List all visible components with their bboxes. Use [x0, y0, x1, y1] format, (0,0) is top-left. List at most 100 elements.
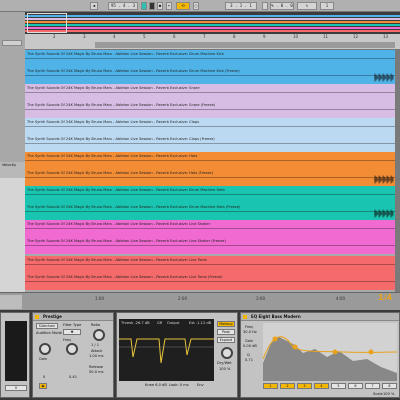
freq-knob[interactable] [66, 343, 78, 355]
track-divider [25, 245, 400, 246]
draw-mode-button[interactable]: ✎ [297, 2, 317, 10]
device-power-icon[interactable] [35, 315, 39, 319]
ruler-tick: 9 [263, 34, 266, 39]
freq-label: Freq [63, 338, 71, 342]
zoom-area[interactable] [0, 295, 22, 309]
track-clip-label: The Synth Sounds Of 24K Magic By Bruno M… [27, 86, 200, 90]
arrangement-overview[interactable] [25, 12, 400, 34]
track-lane[interactable]: The Synth Sounds Of 24K Magic By Bruno M… [25, 256, 400, 273]
key-map-button[interactable]: 1 [320, 2, 334, 10]
thresh-readout: Thresh -26.7 dB [121, 321, 150, 325]
track-lane[interactable]: The Synth Sounds Of 24K Magic By Bruno M… [25, 220, 400, 237]
overdub-button[interactable]: + [166, 2, 172, 10]
track-lane[interactable]: The Synth Sounds Of 24K Magic By Bruno M… [25, 152, 400, 169]
ruler-tick: 12 [353, 34, 359, 39]
velocity-editor-lane[interactable] [0, 178, 25, 298]
track-lane[interactable]: The Synth Sounds Of 24K Magic By Bruno M… [25, 203, 400, 220]
overview-view-box[interactable] [27, 13, 67, 33]
track-lane[interactable]: The Synth Sounds Of 24K Magic By Bruno M… [25, 67, 400, 84]
gr-readout: GR [157, 321, 163, 325]
follow-toggle[interactable]: ◀ [90, 2, 98, 10]
track-lane[interactable]: The Synth Sounds Of 24K Magic By Bruno M… [25, 186, 400, 203]
eq-scale-value: 100 % [383, 392, 395, 396]
clip-waveform [374, 175, 394, 184]
volume-meter[interactable] [5, 321, 27, 381]
dry-wet-knob[interactable] [221, 347, 233, 359]
track-divider [25, 143, 400, 144]
time-ruler-bottom[interactable]: 1:00 2:00 3:00 4:00 1/4 [0, 292, 400, 310]
track-lane[interactable]: The Synth Sounds Of 24K Magic By Bruno M… [25, 84, 400, 101]
track-divider [25, 109, 400, 110]
device-power-icon[interactable] [243, 315, 247, 319]
track-scrollbar[interactable] [395, 50, 400, 292]
gain-knob[interactable] [39, 343, 51, 355]
ruler-tick: 10 [293, 34, 299, 39]
eq-band-button[interactable]: 3 [297, 383, 312, 389]
left-control[interactable] [2, 40, 22, 46]
sidechain-button[interactable]: Sidechain [36, 323, 58, 329]
peak-toggle[interactable]: Peak [217, 329, 235, 335]
track-lane[interactable]: The Synth Sounds Of 24K Magic By Bruno M… [25, 118, 400, 135]
track-clip-label: The Synth Sounds Of 24K Magic By Bruno M… [27, 205, 241, 209]
loop-start-field[interactable]: 3 . 1 . 1 [225, 2, 257, 10]
eq-band-button[interactable]: 4 [314, 383, 329, 389]
eq-eight-device: EQ Eight Bass Modern Freq 30.0 Hz Gain 0… [240, 312, 400, 398]
ruler-tick: 3 [83, 34, 86, 39]
filter-type-select[interactable]: ▼ [63, 329, 81, 335]
audition-label: Audition Mode [36, 331, 62, 335]
freq-value: 0.41 [69, 375, 78, 379]
track-lane[interactable]: The Synth Sounds Of 24K Magic By Bruno M… [25, 169, 400, 186]
track-lane[interactable]: The Synth Sounds Of 24K Magic By Bruno M… [25, 273, 400, 290]
beat-time-ruler[interactable]: 2 3 4 5 6 7 8 9 10 11 12 13 [25, 34, 400, 50]
makeup-toggle[interactable]: Makeup [217, 321, 235, 327]
mixer-strip: 0 [0, 312, 30, 398]
arrangement-position[interactable]: 95 . 4 . 3 [108, 2, 138, 10]
headphone-toggle[interactable]: ◉ [39, 383, 47, 389]
fader-value[interactable]: 0 [5, 385, 27, 391]
record-button[interactable]: ● [157, 2, 163, 10]
velocity-header: Velocity [0, 162, 25, 178]
eq-display[interactable] [263, 323, 397, 381]
track-lane[interactable]: The Synth Sounds Of 24K Magic By Bruno M… [25, 135, 400, 152]
eq-band-button[interactable]: 2 [280, 383, 295, 389]
filter-type-label: Filter Type [63, 323, 82, 327]
ruler-tick: 13 [383, 34, 389, 39]
track-clip-label: The Synth Sounds Of 24K Magic By Bruno M… [27, 275, 223, 279]
track-lane[interactable]: The Synth Sounds Of 24K Magic By Bruno M… [25, 50, 400, 67]
compressor-display[interactable]: Thresh -26.7 dB GR Output Ext -1.12 dB [119, 319, 214, 381]
eq-curve-graph [263, 336, 397, 381]
eq-band-button[interactable]: 8 [382, 383, 397, 389]
track-lane[interactable]: The Synth Sounds Of 24K Magic By Bruno M… [25, 237, 400, 254]
track-divider [25, 194, 400, 195]
track-lane[interactable]: The Synth Sounds Of 24K Magic By Bruno M… [25, 101, 400, 118]
track-clip-label: The Synth Sounds Of 24K Magic By Bruno M… [27, 239, 226, 243]
eq-band-button[interactable]: 1 [263, 383, 278, 389]
play-button[interactable] [141, 2, 147, 10]
expand-toggle[interactable]: Expand [217, 337, 235, 343]
track-clip-label: The Synth Sounds Of 24K Magic By Bruno M… [27, 171, 214, 175]
ruler-tick: 6 [173, 34, 176, 39]
ratio-knob[interactable] [93, 329, 105, 341]
track-clip-label: The Synth Sounds Of 24K Magic By Bruno M… [27, 258, 207, 262]
stop-button[interactable] [149, 2, 155, 10]
track-clip-label: The Synth Sounds Of 24K Magic By Bruno M… [27, 120, 200, 124]
time-tick: 4:00 [336, 296, 345, 301]
track-divider [25, 228, 400, 229]
loop-brace[interactable] [95, 42, 395, 48]
track-clip-label: The Synth Sounds Of 24K Magic By Bruno M… [27, 69, 240, 73]
eq-title: EQ Eight Bass Modern [241, 313, 399, 321]
eq-scale-label: Scale [373, 392, 383, 396]
eq-band-button[interactable]: 7 [365, 383, 380, 389]
loop-length-field[interactable]: % . 0 . 0 [270, 2, 294, 10]
track-clip-label: The Synth Sounds Of 24K Magic By Bruno M… [27, 137, 215, 141]
track-divider [25, 264, 400, 265]
loop-switch[interactable]: ▢ [193, 2, 199, 10]
eq-band-button[interactable]: 6 [348, 383, 363, 389]
track-divider [25, 281, 400, 282]
automation-arm-button[interactable]: ⟲ [176, 2, 190, 10]
ruler-ticks-row: 2 3 4 5 6 7 8 9 10 11 12 13 [25, 34, 400, 42]
punch-in-button[interactable] [262, 2, 268, 10]
arrangement-tracks: The Synth Sounds Of 24K Magic By Bruno M… [25, 50, 400, 292]
track-divider [25, 160, 400, 161]
eq-band-button[interactable]: 5 [331, 383, 346, 389]
